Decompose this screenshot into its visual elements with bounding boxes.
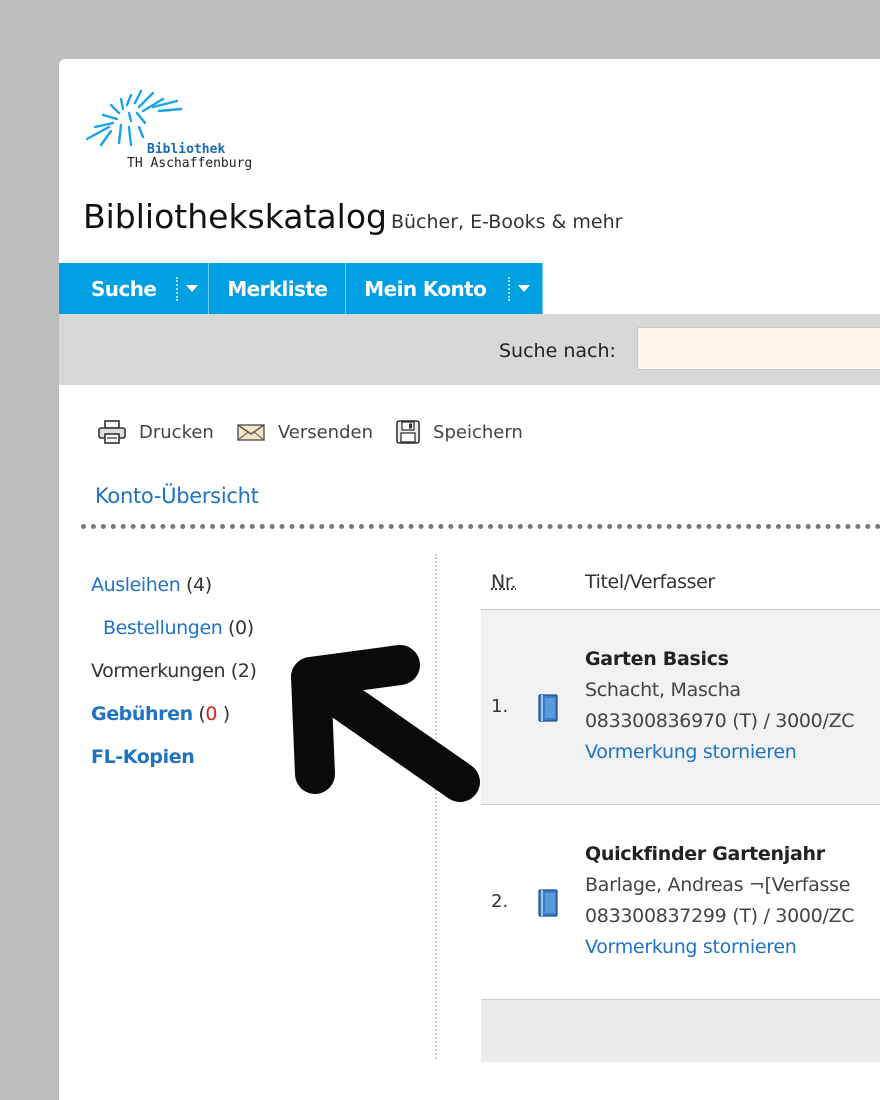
sidebar-loans-count: (4): [186, 574, 212, 596]
search-input[interactable]: [637, 327, 880, 370]
logo-line-2: TH Aschaffenburg: [127, 156, 253, 171]
send-button[interactable]: Versenden: [236, 421, 373, 443]
send-label: Versenden: [277, 421, 374, 443]
action-toolbar: Drucken Versenden Speichern: [97, 419, 545, 445]
item-author: Barlage, Andreas ¬[Verfasse: [585, 874, 851, 896]
floppy-disk-icon: [396, 420, 420, 444]
sidebar-orders-link[interactable]: Bestellungen: [103, 617, 223, 639]
save-button[interactable]: Speichern: [395, 419, 523, 445]
main-nav: Suche Merkliste Mein Konto: [59, 263, 544, 314]
nav-separator: [508, 276, 511, 301]
nav-watchlist-label: Merkliste: [227, 276, 328, 301]
book-icon: [538, 694, 558, 722]
sidebar-item-loans: Ausleihen (4): [91, 564, 256, 607]
column-divider: [435, 554, 437, 1059]
column-header-nr[interactable]: Nr.: [481, 571, 585, 593]
column-header-title: Titel/Verfasser: [585, 570, 715, 593]
cancel-reservation-link[interactable]: Vormerkung stornieren: [585, 737, 854, 768]
table-row: 1. Garten Basics Schacht, Mascha 0833008…: [481, 610, 880, 805]
sidebar-loans-link[interactable]: Ausleihen: [91, 574, 181, 596]
book-icon: [538, 889, 558, 917]
row-number: 2.: [491, 891, 509, 912]
row-details: Garten Basics Schacht, Mascha 0833008369…: [585, 644, 855, 768]
row-details: Quickfinder Gartenjahr Barlage, Andreas …: [585, 839, 855, 963]
nav-account[interactable]: Mein Konto: [346, 263, 544, 314]
printer-icon: [98, 420, 126, 444]
row-number: 1.: [491, 696, 509, 717]
account-sidebar: Ausleihen (4) Bestellungen (0) Vormerkun…: [91, 564, 257, 779]
table-header: Nr. Titel/Verfasser: [481, 554, 880, 610]
cancel-reservation-link[interactable]: Vormerkung stornieren: [585, 932, 854, 963]
sidebar-fees-link[interactable]: Gebühren: [91, 703, 193, 725]
item-title: Quickfinder Gartenjahr: [585, 843, 825, 865]
save-label: Speichern: [433, 421, 523, 443]
nav-watchlist[interactable]: Merkliste: [209, 263, 347, 314]
item-signature: 083300836970 (T) / 3000/ZC: [585, 710, 855, 732]
sidebar-reservations-label: Vormerkungen (2): [91, 660, 257, 682]
sidebar-orders-count: (0): [228, 617, 254, 639]
nav-separator: [176, 276, 179, 301]
table-row: 2. Quickfinder Gartenjahr Barlage, Andre…: [481, 805, 880, 1000]
item-signature: 083300837299 (T) / 3000/ZC: [585, 905, 855, 927]
search-bar: Suche nach:: [59, 314, 880, 385]
sidebar-item-copies: FL-Kopien: [91, 736, 256, 779]
nav-account-label: Mein Konto: [364, 276, 487, 301]
account-overview-link[interactable]: Konto-Übersicht: [95, 484, 259, 508]
table-footer: [481, 1000, 880, 1062]
envelope-icon: [237, 424, 265, 441]
print-label: Drucken: [139, 421, 214, 443]
sidebar-copies-link[interactable]: FL-Kopien: [91, 746, 195, 768]
page: Bibliothek TH Aschaffenburg Bibliotheksk…: [59, 59, 880, 1100]
page-title: Bibliothekskatalog Bücher, E-Books & mehr: [83, 197, 622, 236]
item-author: Schacht, Mascha: [585, 679, 741, 701]
chevron-down-icon[interactable]: [518, 285, 531, 292]
nav-search-label: Suche: [91, 276, 157, 301]
print-button[interactable]: Drucken: [97, 419, 214, 445]
logo-text: Bibliothek TH Aschaffenburg: [127, 142, 252, 171]
reservations-table: Nr. Titel/Verfasser 1. Garten Basics Sch…: [481, 554, 880, 1062]
item-title: Garten Basics: [585, 648, 729, 670]
sidebar-item-reservations: Vormerkungen (2): [91, 650, 257, 693]
logo-burst-icon: [85, 89, 183, 147]
catalog-subtitle: Bücher, E-Books & mehr: [390, 211, 623, 233]
sidebar-fees-amount: 0: [205, 703, 218, 725]
sidebar-item-orders: Bestellungen (0): [91, 607, 256, 650]
dotted-divider: [81, 524, 880, 529]
catalog-title: Bibliothekskatalog: [83, 197, 387, 236]
logo-line-1: Bibliothek: [147, 142, 226, 157]
sidebar-fees-close: ): [217, 703, 230, 725]
sidebar-item-fees: Gebühren (0 ): [91, 693, 256, 736]
library-logo[interactable]: [81, 87, 321, 187]
chevron-down-icon[interactable]: [186, 285, 199, 292]
search-label: Suche nach:: [499, 340, 616, 362]
nav-search[interactable]: Suche: [59, 263, 210, 314]
